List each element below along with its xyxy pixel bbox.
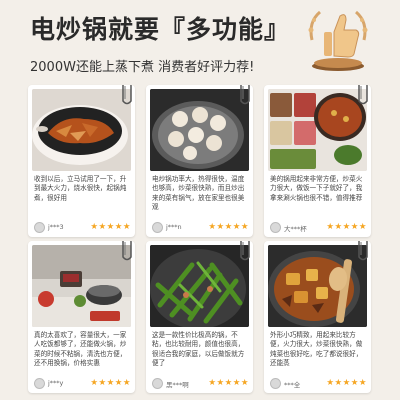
avatar (270, 222, 281, 233)
review-text: 收到以后，立马试用了一下，升到最大火力，烧水很快，起锅炖煮，很好用 (34, 175, 127, 202)
reviewer-name: 黑***啊 (166, 381, 189, 389)
page-subtitle: 2000W还能上蒸下煮 消费者好评力荐! (30, 60, 255, 75)
avatar (270, 378, 281, 389)
reviewer-name: ***全 (284, 381, 301, 389)
avatar (34, 222, 45, 233)
review-card: 这是一款性价比极高的锅，不粘，也比较耐用，颜值也很高，很适合我的家庭，以后做饭就… (146, 241, 253, 393)
review-card: 真的太喜欢了，容量很大，一家人吃饭都够了，还能做火锅，炒菜的时候不粘锅，清洗也方… (28, 241, 135, 393)
review-text: 外形小巧精致，用起来比较方便，火力很大，炒菜很快熟，做炖菜也很好吃，吃了都说很好… (270, 331, 363, 368)
star-rating: ★★★★★ (208, 222, 249, 232)
review-card: 电炒锅功率大，热得很快，温度也够高，炒菜很快熟，而且炒出来的菜有锅气，放在家里也… (146, 85, 253, 237)
star-rating: ★★★★★ (326, 378, 367, 388)
review-card: 外形小巧精致，用起来比较方便，火力很大，炒菜很快熟，做炖菜也很好吃，吃了都说很好… (264, 241, 371, 393)
review-photo (268, 245, 367, 327)
reviewer-name: j***3 (48, 223, 64, 231)
reviewer-row: ***全 ★★★★★ (270, 378, 367, 390)
review-photo (268, 89, 367, 171)
binder-clip-icon (358, 85, 368, 105)
binder-clip-icon (358, 241, 368, 261)
review-text: 真的太喜欢了，容量很大，一家人吃饭都够了，还能做火锅，炒菜的时候不粘锅，清洗也方… (34, 331, 127, 368)
review-text: 电炒锅功率大，热得很快，温度也够高，炒菜很快熟，而且炒出来的菜有锅气，放在家里也… (152, 175, 245, 212)
star-rating: ★★★★★ (326, 222, 367, 232)
star-rating: ★★★★★ (90, 378, 131, 388)
review-text: 美的锅用起来非常方便，炒菜火力很大，做饭一下子就好了，我拿来涮火锅也很不错，值得… (270, 175, 363, 202)
reviewer-name: j***y (48, 379, 64, 387)
review-photo (32, 245, 131, 327)
binder-clip-icon (122, 241, 132, 261)
reviewer-name: j***n (166, 223, 182, 231)
reviewer-row: j***y ★★★★★ (34, 378, 131, 390)
review-photo (150, 89, 249, 171)
header: 电炒锅就要『多功能』 2000W还能上蒸下煮 消费者好评力荐! (0, 0, 400, 78)
review-card: 收到以后，立马试用了一下，升到最大火力，烧水很快，起锅炖煮，很好用 j***3 … (28, 85, 135, 237)
reviewer-row: 黑***啊 ★★★★★ (152, 378, 249, 390)
thumbs-up-icon (308, 10, 368, 71)
review-card: 美的锅用起来非常方便，炒菜火力很大，做饭一下子就好了，我拿来涮火锅也很不错，值得… (264, 85, 371, 237)
binder-clip-icon (122, 85, 132, 105)
star-rating: ★★★★★ (208, 378, 249, 388)
avatar (152, 222, 163, 233)
binder-clip-icon (240, 241, 250, 261)
binder-clip-icon (240, 85, 250, 105)
review-photo (32, 89, 131, 171)
page-title: 电炒锅就要『多功能』 (30, 15, 291, 44)
reviewer-row: j***3 ★★★★★ (34, 222, 131, 234)
star-rating: ★★★★★ (90, 222, 131, 232)
review-text: 这是一款性价比极高的锅，不粘，也比较耐用，颜值也很高，很适合我的家庭，以后做饭就… (152, 331, 245, 368)
reviewer-row: 大***杯 ★★★★★ (270, 222, 367, 234)
reviewer-row: j***n ★★★★★ (152, 222, 249, 234)
reviewer-name: 大***杯 (284, 225, 307, 233)
avatar (34, 378, 45, 389)
review-photo (150, 245, 249, 327)
avatar (152, 378, 163, 389)
